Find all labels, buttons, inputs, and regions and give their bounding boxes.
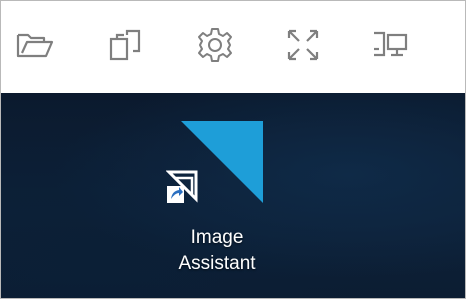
settings-button[interactable]	[193, 23, 237, 67]
session-toolbar	[1, 1, 465, 93]
fullscreen-button[interactable]	[281, 23, 325, 67]
open-folder-button[interactable]	[13, 23, 57, 67]
remote-desktop: Image Assistant	[1, 93, 465, 298]
folder-open-icon	[15, 29, 55, 61]
expand-icon	[283, 25, 323, 65]
desktop-shortcut-image-assistant[interactable]: Image Assistant	[161, 115, 273, 285]
desktop-icon-label: Image Assistant	[178, 227, 256, 274]
switch-window-button[interactable]	[104, 23, 148, 67]
gear-icon	[195, 25, 235, 65]
display-button[interactable]	[369, 23, 413, 67]
remote-session-window: Image Assistant	[0, 0, 466, 299]
monitor-icon	[370, 27, 412, 63]
windows-copy-icon	[106, 27, 146, 63]
shortcut-arrow-icon	[165, 169, 202, 205]
